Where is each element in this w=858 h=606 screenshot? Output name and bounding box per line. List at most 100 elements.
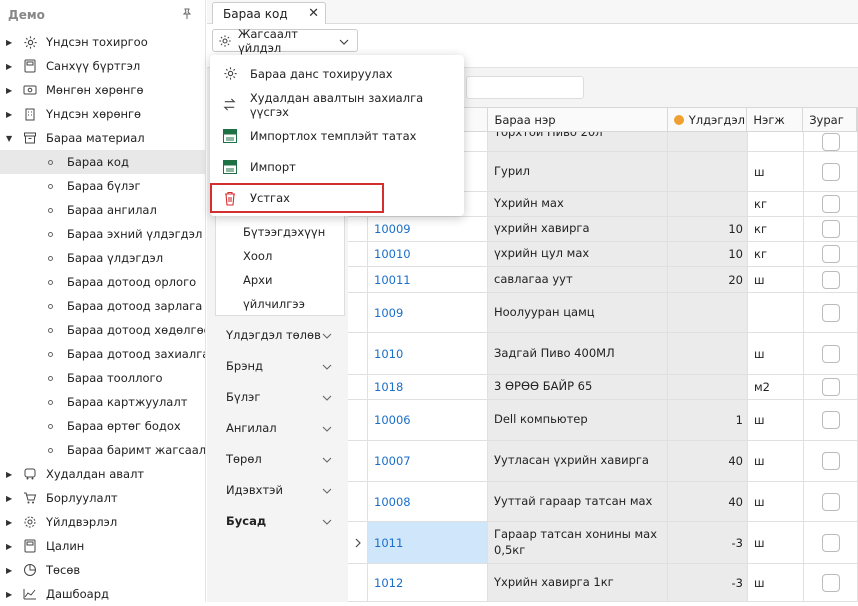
sidebar-subitem[interactable]: Бараа тооллого — [0, 366, 205, 390]
menu-item[interactable]: Импорт — [210, 151, 464, 182]
table-row[interactable]: 10006 Dell компьютер 1 ш — [348, 400, 858, 441]
image-checkbox[interactable] — [821, 303, 840, 322]
pin-icon[interactable] — [181, 8, 193, 23]
list-actions-button[interactable]: Жагсаалт үйлдэл — [212, 27, 358, 55]
image-checkbox[interactable] — [821, 132, 840, 151]
sidebar-subitem[interactable]: Бараа картжуулалт — [0, 390, 205, 414]
header-image[interactable]: Зураг — [803, 108, 857, 131]
filter-facet[interactable]: Брэнд — [226, 356, 332, 376]
menu-item[interactable]: Худалдан авалтын захиалга үүсгэх — [210, 89, 464, 120]
cell-code[interactable]: 1010 — [368, 333, 488, 374]
caret-right-icon[interactable]: ▶ — [6, 518, 18, 527]
header-name[interactable]: Бараа нэр — [488, 108, 668, 131]
image-checkbox[interactable] — [821, 270, 840, 289]
sidebar-subitem[interactable]: Бараа дотоод хөдөлгөөн — [0, 318, 205, 342]
sidebar-subitem[interactable]: Бараа дотоод орлого — [0, 270, 205, 294]
caret-right-icon[interactable]: ▶ — [6, 86, 18, 95]
sidebar-item[interactable]: ▶ Үйлдвэрлэл — [0, 510, 205, 534]
filter-option[interactable]: үйлчилгээ — [216, 292, 344, 316]
sidebar-item[interactable]: ▶ Санхүү бүртгэл — [0, 54, 205, 78]
cell-code[interactable]: 10006 — [368, 400, 488, 440]
sidebar-item[interactable]: ▶ Цалин — [0, 534, 205, 558]
menu-item[interactable]: Импортлох темплэйт татах — [210, 120, 464, 151]
cell-code[interactable]: 10010 — [368, 242, 488, 266]
filter-option[interactable]: Хоол — [216, 244, 344, 268]
filter-facet[interactable]: Идэвхтэй — [226, 480, 332, 500]
delete-menu-item[interactable]: Устгах — [210, 183, 384, 213]
image-checkbox[interactable] — [821, 573, 840, 592]
table-row[interactable]: 1012 Үхрийн хавирга 1кг -3 ш — [348, 564, 858, 602]
cell-code[interactable]: 10008 — [368, 482, 488, 521]
caret-right-icon[interactable]: ▶ — [6, 62, 18, 71]
table-row[interactable]: 10008 Ууттай гараар татсан мах 40 ш — [348, 482, 858, 522]
image-checkbox[interactable] — [821, 452, 840, 470]
menu-item[interactable]: Бараа данс тохируулах — [210, 58, 464, 89]
filter-facet[interactable]: Бусад — [226, 511, 332, 531]
table-row[interactable]: 10009 үхрийн хавирга 10 кг — [348, 217, 858, 242]
image-checkbox[interactable] — [821, 411, 840, 429]
filter-option[interactable]: Архи — [216, 268, 344, 292]
sidebar-subitem[interactable]: Бараа үлдэгдэл — [0, 246, 205, 270]
sidebar-item[interactable]: ▶ Үндсэн хөрөнгө — [0, 102, 205, 126]
image-checkbox[interactable] — [821, 378, 840, 396]
cell-code[interactable]: 1009 — [368, 293, 488, 332]
header-balance[interactable]: Үлдэгдэл — [668, 108, 748, 131]
sidebar-item[interactable]: ▶ Худалдан авалт — [0, 462, 205, 486]
sidebar-subitem[interactable]: Бараа өртөг бодох — [0, 414, 205, 438]
sidebar-subitem[interactable]: Бараа эхний үлдэгдэл — [0, 222, 205, 246]
sidebar-item[interactable]: ▼ Бараа материал — [0, 126, 205, 150]
cell-code[interactable]: 1018 — [368, 375, 488, 399]
table-row[interactable]: 1011 Гараар татсан хонины мах 0,5кг -3 ш — [348, 522, 858, 564]
filter-facet[interactable]: Бүлэг — [226, 387, 332, 407]
sidebar-subitem[interactable]: Бараа код — [0, 150, 205, 174]
table-row[interactable]: 1010 Задгай Пиво 400МЛ ш — [348, 333, 858, 375]
filter-facet[interactable]: Төрөл — [226, 449, 332, 469]
sidebar-item[interactable]: ▶ Борлуулалт — [0, 486, 205, 510]
filter-facet[interactable]: Ангилал — [226, 418, 332, 438]
cell-code[interactable]: 10007 — [368, 441, 488, 481]
sidebar-subitem[interactable]: Бараа бүлэг — [0, 174, 205, 198]
chevron-down-icon — [322, 328, 332, 342]
tab-baraa-kod[interactable]: Бараа код ✕ — [212, 2, 326, 24]
caret-down-icon[interactable]: ▼ — [6, 134, 18, 143]
table-row[interactable]: 1018 3 ӨРӨӨ БАЙР 65 м2 — [348, 375, 858, 400]
image-checkbox[interactable] — [821, 162, 840, 181]
close-icon[interactable]: ✕ — [308, 6, 319, 21]
search-input[interactable] — [466, 76, 584, 99]
image-checkbox[interactable] — [821, 195, 840, 213]
sidebar-subitem[interactable]: Бараа дотоод зарлага — [0, 294, 205, 318]
caret-right-icon[interactable]: ▶ — [6, 542, 18, 551]
image-checkbox[interactable] — [821, 344, 840, 363]
caret-right-icon[interactable]: ▶ — [6, 110, 18, 119]
cell-code[interactable]: 1012 — [368, 564, 488, 601]
caret-right-icon[interactable]: ▶ — [6, 494, 18, 503]
caret-right-icon[interactable]: ▶ — [6, 470, 18, 479]
cell-code[interactable]: 10009 — [368, 217, 488, 241]
sidebar-subitem[interactable]: Бараа баримт жагсаалт — [0, 438, 205, 462]
filter-facet[interactable]: Үлдэгдэл төлөв — [226, 325, 332, 345]
sidebar-item[interactable]: ▶ Мөнгөн хөрөнгө — [0, 78, 205, 102]
cell-code[interactable]: 10011 — [368, 267, 488, 292]
sidebar-item[interactable]: ▶ Төсөв — [0, 558, 205, 582]
sidebar-subitem[interactable]: Бараа дотоод захиалга — [0, 342, 205, 366]
table-row[interactable]: 10011 савлагаа уут 20 ш — [348, 267, 858, 293]
cell-code[interactable]: 1011 — [368, 522, 488, 563]
header-unit[interactable]: Нэгж — [747, 108, 804, 131]
sidebar-subitem[interactable]: Бараа ангилал — [0, 198, 205, 222]
image-checkbox[interactable] — [821, 492, 840, 511]
row-expand-cell — [348, 267, 368, 292]
caret-right-icon[interactable]: ▶ — [6, 38, 18, 47]
table-row[interactable]: 10007 Уутласан үхрийн хавирга 40 ш — [348, 441, 858, 482]
caret-right-icon[interactable]: ▶ — [6, 590, 18, 599]
caret-right-icon[interactable]: ▶ — [6, 566, 18, 575]
table-row[interactable]: 1009 Ноолууран цамц — [348, 293, 858, 333]
sidebar-item[interactable]: ▶ Дашбоард — [0, 582, 205, 606]
sidebar-item[interactable]: ▶ Үндсэн тохиргоо — [0, 30, 205, 54]
image-checkbox[interactable] — [821, 533, 840, 552]
menu-item-label: Худалдан авалтын захиалга үүсгэх — [249, 90, 424, 119]
image-checkbox[interactable] — [821, 245, 840, 263]
image-checkbox[interactable] — [821, 220, 840, 238]
cell-name: Гурил — [488, 152, 668, 191]
table-row[interactable]: 10010 үхрийн цул мах 10 кг — [348, 242, 858, 267]
filter-option[interactable]: Бүтээгдэхүүн — [216, 220, 344, 244]
